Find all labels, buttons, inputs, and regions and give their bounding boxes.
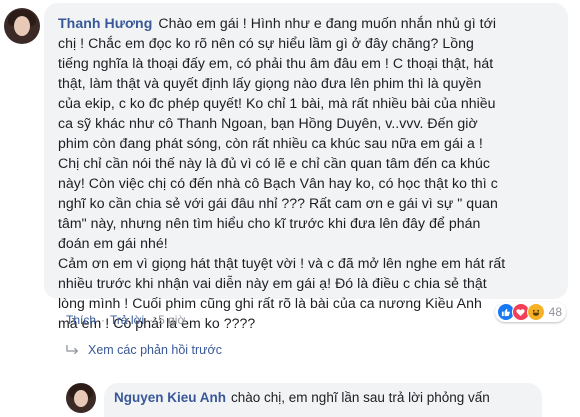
reactions-summary[interactable]: 48 <box>494 302 566 322</box>
reply-author-link[interactable]: Nguyen Kieu Anh <box>114 390 226 405</box>
separator-dot: · <box>101 313 106 327</box>
comment-line: nghĩ ko cần chia sẻ với gái đâu nhỉ ??? … <box>58 195 498 211</box>
comment-line: tâm" này, nhưng nên tìm hiểu cho kĩ trướ… <box>58 215 481 231</box>
comment-line: ca sỹ khác như cô Thanh Ngoan, bạn Hồng … <box>58 115 478 131</box>
like-button[interactable]: Thích <box>66 313 96 327</box>
comment-timestamp[interactable]: 5 giờ <box>158 313 185 327</box>
comment-line: thật, làm thật và quyết định lấy giọng n… <box>58 75 482 91</box>
comment-line: Chào em gái ! Hình như e đang muốn nhắn … <box>158 15 497 31</box>
reply-comment: Nguyen Kieu Anh chào chị, em nghĩ lần sau… <box>66 383 542 417</box>
reply-button[interactable]: Trả lời <box>110 313 144 327</box>
avatar-face <box>74 390 88 407</box>
separator-dot: · <box>149 313 154 327</box>
comment-author-link[interactable]: Thanh Hương <box>58 15 152 31</box>
comment-line: này! Còn việc chị có đến nhà cô Bạch Vân… <box>58 175 498 191</box>
comment-line: lòng mình ! Cuối phim cũng ghi rất rõ là… <box>58 295 482 311</box>
comment-line: Cảm ơn em vì giọng hát thật tuyệt vời ! … <box>58 255 506 271</box>
comment-text: Thanh Hương Chào em gái ! Hình như e đang… <box>58 13 556 333</box>
comment-line: Chị chỉ cần nói thế này là đủ vì có lẽ e… <box>58 155 491 171</box>
comment-line: phim còn đang phát sóng, còn rất nhiều c… <box>58 135 483 151</box>
comment-line: chị ! Chắc em đọc ko rõ nên có sự hiểu l… <box>58 35 474 51</box>
haha-reaction-icon <box>526 303 545 321</box>
reply-author-avatar[interactable] <box>66 383 96 413</box>
avatar-face <box>14 16 30 36</box>
comment-line: của ekip, c ko đc phép quyết! Ko chỉ 1 b… <box>58 95 496 111</box>
reply-arrow-icon <box>66 345 79 355</box>
view-previous-replies-link[interactable]: Xem các phản hồi trước <box>66 343 222 357</box>
commenter-avatar[interactable] <box>4 8 40 44</box>
view-previous-replies-label[interactable]: Xem các phản hồi trước <box>88 343 222 357</box>
reply-text: chào chị, em nghĩ lần sau trả lời phỏng … <box>231 390 490 405</box>
comment-line: đoán em gái nhé! <box>58 235 168 251</box>
comment-line: tiếng nghĩa là thoại đấy em, có phải thu… <box>58 55 494 71</box>
reaction-count: 48 <box>548 305 562 319</box>
comment-actions: Thích · Trả lời · 5 giờ <box>66 313 185 327</box>
reply-bubble: Nguyen Kieu Anh chào chị, em nghĩ lần sau… <box>104 383 542 417</box>
comment-line-first: Thanh Hương Chào em gái ! Hình như e đang… <box>58 13 556 33</box>
comment-bubble: Thanh Hương Chào em gái ! Hình như e đang… <box>44 3 568 331</box>
comment-line: nhiều trước khi nhận vai diễn này em gái… <box>58 275 487 291</box>
